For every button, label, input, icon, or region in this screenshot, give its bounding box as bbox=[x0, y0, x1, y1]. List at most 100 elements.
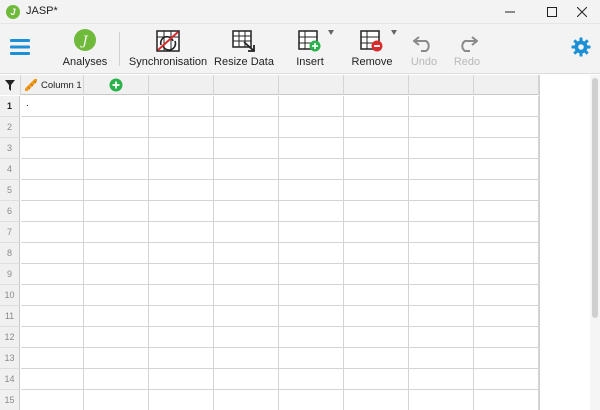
grid-cell[interactable] bbox=[279, 96, 344, 117]
grid-cell[interactable] bbox=[344, 264, 409, 285]
grid-cell[interactable] bbox=[84, 243, 149, 264]
grid-cell[interactable] bbox=[214, 369, 279, 390]
column-header-1[interactable]: Column 1 bbox=[21, 75, 84, 95]
row-number[interactable]: 1 bbox=[0, 96, 20, 117]
grid-cell[interactable] bbox=[344, 117, 409, 138]
grid-cell[interactable] bbox=[21, 285, 84, 306]
grid-cell[interactable] bbox=[279, 222, 344, 243]
grid-cell[interactable] bbox=[344, 159, 409, 180]
row-number[interactable]: 7 bbox=[0, 222, 20, 243]
grid-cell[interactable] bbox=[474, 180, 539, 201]
grid-cell[interactable] bbox=[214, 138, 279, 159]
row-number[interactable]: 9 bbox=[0, 264, 20, 285]
grid-cell[interactable] bbox=[279, 180, 344, 201]
grid-cell[interactable] bbox=[149, 243, 214, 264]
grid-cell[interactable]: . bbox=[21, 96, 84, 117]
insert-dropdown-icon[interactable] bbox=[328, 30, 334, 35]
row-number[interactable]: 13 bbox=[0, 348, 20, 369]
analyses-button[interactable]: J Analyses bbox=[60, 24, 110, 74]
grid-cell[interactable] bbox=[84, 348, 149, 369]
grid-cell[interactable] bbox=[214, 390, 279, 410]
synchronisation-button[interactable]: Synchronisation bbox=[129, 24, 207, 74]
grid-cell[interactable] bbox=[84, 327, 149, 348]
add-column-button[interactable] bbox=[84, 75, 149, 95]
row-number[interactable]: 12 bbox=[0, 327, 20, 348]
grid-cell[interactable] bbox=[214, 222, 279, 243]
grid-cell[interactable] bbox=[84, 222, 149, 243]
grid-cell[interactable] bbox=[214, 180, 279, 201]
grid-cell[interactable] bbox=[474, 159, 539, 180]
hamburger-menu-button[interactable] bbox=[8, 24, 32, 74]
grid-cell[interactable] bbox=[474, 390, 539, 410]
grid-cell[interactable] bbox=[214, 201, 279, 222]
grid-cell[interactable] bbox=[344, 285, 409, 306]
insert-button[interactable]: Insert bbox=[290, 24, 330, 74]
grid-cell[interactable] bbox=[149, 180, 214, 201]
grid-cell[interactable] bbox=[409, 138, 474, 159]
grid-cell[interactable] bbox=[84, 96, 149, 117]
grid-cell[interactable] bbox=[214, 264, 279, 285]
remove-dropdown-icon[interactable] bbox=[391, 30, 397, 35]
grid-cell[interactable] bbox=[149, 285, 214, 306]
grid-cell[interactable] bbox=[279, 306, 344, 327]
grid-cell[interactable] bbox=[21, 180, 84, 201]
undo-button[interactable]: Undo bbox=[409, 24, 439, 74]
grid-cell[interactable] bbox=[279, 138, 344, 159]
grid-cell[interactable] bbox=[344, 327, 409, 348]
grid-cell[interactable] bbox=[474, 327, 539, 348]
row-number[interactable]: 8 bbox=[0, 243, 20, 264]
row-number[interactable]: 5 bbox=[0, 180, 20, 201]
grid-cell[interactable] bbox=[149, 348, 214, 369]
grid-cell[interactable] bbox=[409, 96, 474, 117]
grid-cell[interactable] bbox=[149, 159, 214, 180]
filter-button[interactable] bbox=[0, 75, 21, 95]
grid-cell[interactable] bbox=[279, 285, 344, 306]
scrollbar-thumb[interactable] bbox=[592, 78, 598, 318]
grid-cell[interactable] bbox=[149, 96, 214, 117]
grid-cell[interactable] bbox=[344, 138, 409, 159]
grid-cell[interactable] bbox=[149, 306, 214, 327]
grid-cell[interactable] bbox=[149, 222, 214, 243]
grid-cell[interactable] bbox=[474, 285, 539, 306]
grid-cell[interactable] bbox=[409, 348, 474, 369]
grid-cell[interactable] bbox=[474, 243, 539, 264]
grid-cell[interactable] bbox=[279, 369, 344, 390]
row-number[interactable]: 10 bbox=[0, 285, 20, 306]
grid-cell[interactable] bbox=[279, 201, 344, 222]
grid-cell[interactable] bbox=[84, 390, 149, 410]
grid-cell[interactable] bbox=[409, 264, 474, 285]
grid-cell[interactable] bbox=[409, 117, 474, 138]
grid-cell[interactable] bbox=[84, 306, 149, 327]
remove-button[interactable]: Remove bbox=[351, 24, 393, 74]
grid-cell[interactable] bbox=[344, 390, 409, 410]
grid-cell[interactable] bbox=[409, 390, 474, 410]
grid-cell[interactable] bbox=[149, 138, 214, 159]
grid-cell[interactable] bbox=[474, 369, 539, 390]
grid-cell[interactable] bbox=[279, 390, 344, 410]
row-number[interactable]: 14 bbox=[0, 369, 20, 390]
grid-cell[interactable] bbox=[84, 180, 149, 201]
grid-cell[interactable] bbox=[279, 117, 344, 138]
grid-cell[interactable] bbox=[21, 390, 84, 410]
row-number[interactable]: 3 bbox=[0, 138, 20, 159]
grid-cell[interactable] bbox=[279, 348, 344, 369]
grid-cell[interactable] bbox=[344, 96, 409, 117]
grid-cell[interactable] bbox=[409, 180, 474, 201]
grid-cell[interactable] bbox=[409, 222, 474, 243]
grid-cell[interactable] bbox=[474, 306, 539, 327]
grid-cell[interactable] bbox=[344, 306, 409, 327]
grid-cell[interactable] bbox=[409, 201, 474, 222]
grid-cell[interactable] bbox=[409, 306, 474, 327]
grid-cell[interactable] bbox=[409, 243, 474, 264]
grid-cell[interactable] bbox=[409, 159, 474, 180]
grid-cell[interactable] bbox=[344, 348, 409, 369]
grid-cell[interactable] bbox=[149, 264, 214, 285]
grid-cell[interactable] bbox=[474, 96, 539, 117]
grid-cell[interactable] bbox=[474, 138, 539, 159]
grid-cell[interactable] bbox=[21, 222, 84, 243]
grid-cell[interactable] bbox=[84, 285, 149, 306]
grid-cell[interactable] bbox=[21, 306, 84, 327]
grid-cell[interactable] bbox=[214, 96, 279, 117]
grid-cell[interactable] bbox=[474, 348, 539, 369]
grid-cell[interactable] bbox=[279, 159, 344, 180]
